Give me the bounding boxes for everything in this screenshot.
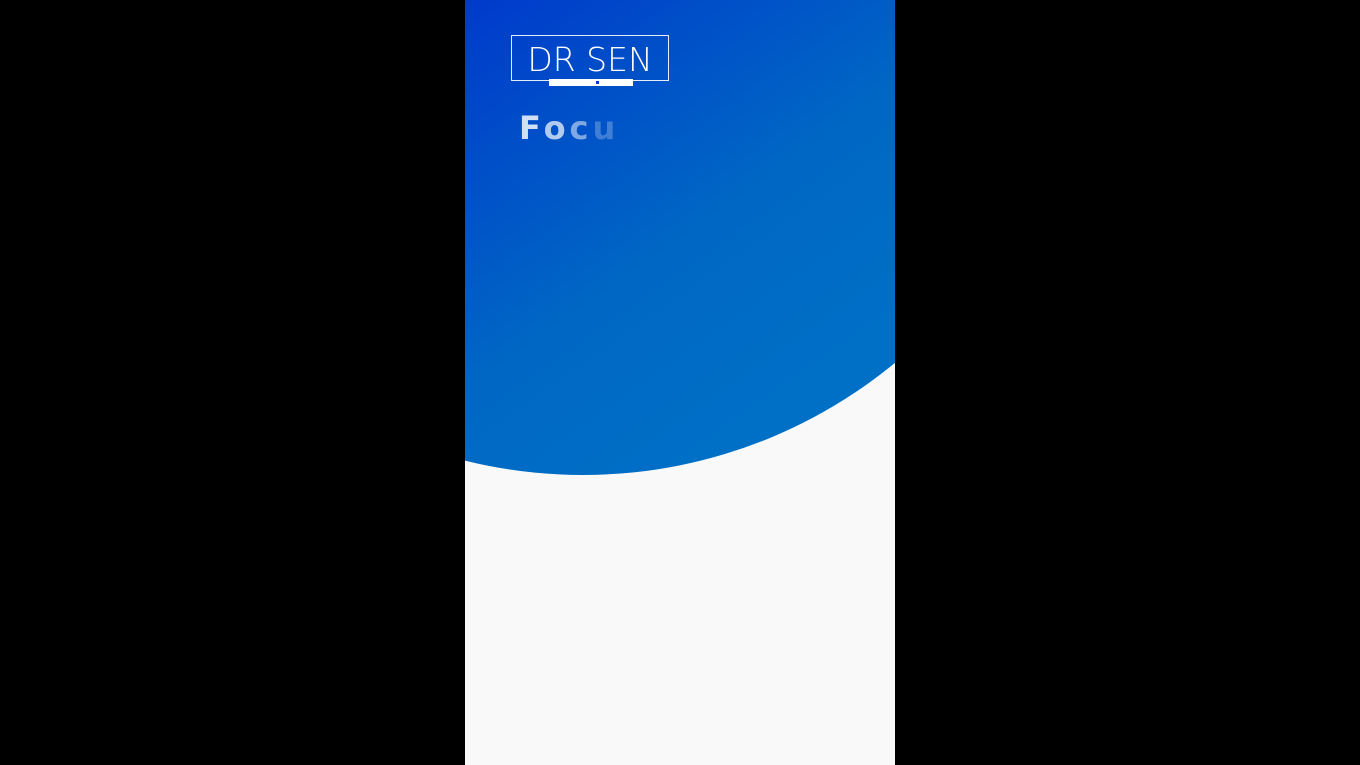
logo-box: DR SEN — [511, 35, 669, 81]
logo-underline-dot — [596, 81, 599, 84]
caption-letter: F — [519, 109, 544, 147]
logo-underline — [549, 79, 633, 86]
caption-letter: u — [592, 109, 620, 147]
caption-letter: c — [569, 109, 593, 147]
animated-caption: Focu — [519, 106, 619, 150]
letterbox-right — [895, 0, 1360, 765]
letterbox-left — [0, 0, 465, 765]
caption-letter: o — [543, 109, 570, 147]
logo-text: DR SEN — [527, 40, 653, 79]
video-frame[interactable]: DR SEN Focu — [465, 0, 895, 765]
